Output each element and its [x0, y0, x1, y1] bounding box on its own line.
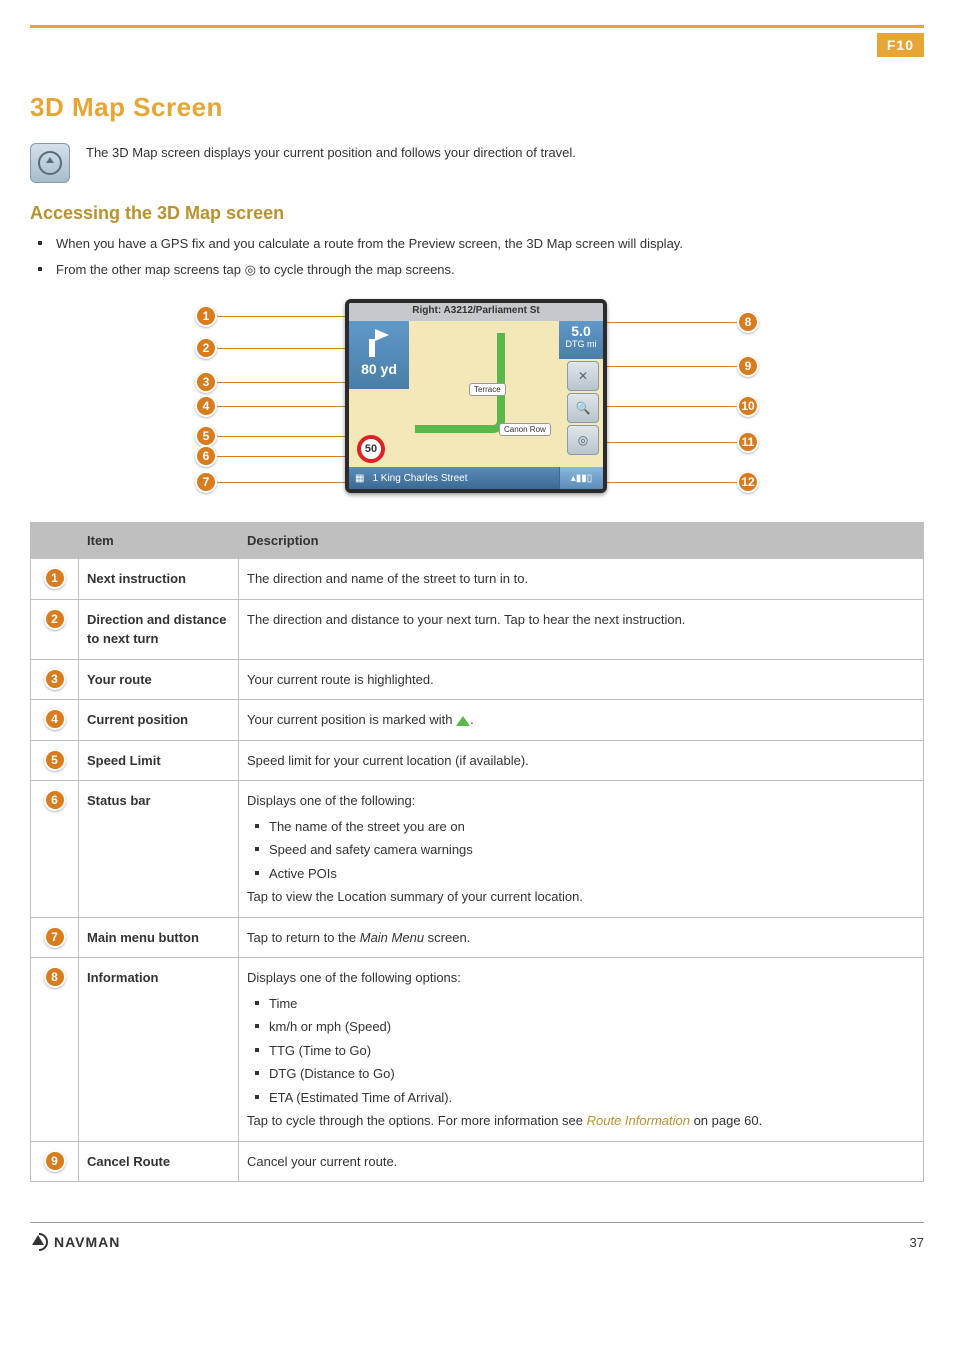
callout-2: 2	[195, 337, 217, 359]
cancel-route-button: ✕	[567, 361, 599, 391]
row-badge: 8	[44, 966, 66, 988]
row-desc: The direction and name of the street to …	[239, 559, 924, 600]
callout-6: 6	[195, 445, 217, 467]
intro-row: The 3D Map screen displays your current …	[30, 143, 924, 183]
turn-arrow-icon	[365, 329, 393, 357]
callout-7: 7	[195, 471, 217, 493]
callout-3: 3	[195, 371, 217, 393]
callout-4: 4	[195, 395, 217, 417]
next-instruction-bar: Right: A3212/Parliament St	[349, 303, 603, 321]
row-desc: Tap to return to the Main Menu screen.	[239, 917, 924, 958]
callout-10: 10	[737, 395, 759, 417]
turn-distance: 80 yd	[349, 361, 409, 377]
callout-5: 5	[195, 425, 217, 447]
row-badge: 5	[44, 749, 66, 771]
table-row: 2 Direction and distance to next turn Th…	[31, 599, 924, 659]
page-number: 37	[910, 1235, 924, 1250]
row-desc: Cancel your current route.	[239, 1141, 924, 1182]
table-row: 3 Your route Your current route is highl…	[31, 659, 924, 700]
map-screen-icon	[30, 143, 70, 183]
row-item: Next instruction	[79, 559, 239, 600]
row-item: Direction and distance to next turn	[79, 599, 239, 659]
callout-9: 9	[737, 355, 759, 377]
row-badge: 4	[44, 708, 66, 730]
row-item: Current position	[79, 700, 239, 741]
row-badge: 1	[44, 567, 66, 589]
th-blank	[31, 523, 79, 559]
navman-logo: NAVMAN	[30, 1233, 120, 1251]
row-badge: 7	[44, 926, 66, 948]
table-row: 8 Information Displays one of the follow…	[31, 958, 924, 1142]
table-row: 7 Main menu button Tap to return to the …	[31, 917, 924, 958]
callout-8: 8	[737, 311, 759, 333]
screenshot-figure: 1 2 3 4 5 6 7 8 9 10 11 12 Right: A3212/…	[30, 299, 924, 502]
gps-indicator: ▴▮▮▯	[559, 467, 603, 489]
menu-icon: ▦	[355, 473, 364, 484]
street-label: Canon Row	[499, 423, 551, 436]
row-badge: 6	[44, 789, 66, 811]
callout-11: 11	[737, 431, 759, 453]
table-row: 6 Status bar Displays one of the followi…	[31, 781, 924, 918]
row-desc: The direction and distance to your next …	[239, 599, 924, 659]
logo-icon	[30, 1233, 48, 1251]
footer: NAVMAN 37	[30, 1223, 924, 1276]
page-title: 3D Map Screen	[30, 92, 924, 123]
row-desc: Your current route is highlighted.	[239, 659, 924, 700]
intro-text: The 3D Map screen displays your current …	[86, 143, 924, 163]
xref-link: Route Information	[587, 1113, 690, 1128]
spec-table: Item Description 1 Next instruction The …	[30, 522, 924, 1182]
row-desc: Displays one of the following options: T…	[239, 958, 924, 1142]
access-item: From the other map screens tap ◎ to cycl…	[30, 260, 924, 280]
row-item: Main menu button	[79, 917, 239, 958]
callout-1: 1	[195, 305, 217, 327]
street-label: Terrace	[469, 383, 506, 396]
position-marker-icon	[456, 716, 470, 726]
row-item: Information	[79, 958, 239, 1142]
info-panel: 5.0 DTG mi	[559, 321, 603, 359]
row-badge: 3	[44, 668, 66, 690]
cycle-map-button: ◎	[567, 425, 599, 455]
row-item: Speed Limit	[79, 740, 239, 781]
row-item: Cancel Route	[79, 1141, 239, 1182]
turn-panel: 80 yd	[349, 321, 409, 389]
row-desc: Speed limit for your current location (i…	[239, 740, 924, 781]
row-desc: Displays one of the following: The name …	[239, 781, 924, 918]
th-desc: Description	[239, 523, 924, 559]
current-street: 1 King Charles Street	[372, 473, 467, 484]
access-heading: Accessing the 3D Map screen	[30, 203, 924, 224]
th-item: Item	[79, 523, 239, 559]
table-row: 5 Speed Limit Speed limit for your curre…	[31, 740, 924, 781]
access-list: When you have a GPS fix and you calculat…	[30, 234, 924, 279]
table-row: 1 Next instruction The direction and nam…	[31, 559, 924, 600]
callout-12: 12	[737, 471, 759, 493]
row-badge: 2	[44, 608, 66, 630]
row-item: Status bar	[79, 781, 239, 918]
device-mockup: Right: A3212/Parliament St 80 yd 5.0 DTG…	[345, 299, 607, 493]
row-item: Your route	[79, 659, 239, 700]
product-badge: F10	[877, 33, 924, 57]
table-row: 4 Current position Your current position…	[31, 700, 924, 741]
top-rule	[30, 25, 924, 28]
zoom-button: 🔍	[567, 393, 599, 423]
side-buttons: ✕ 🔍 ◎	[567, 361, 599, 455]
speed-limit-sign: 50	[357, 435, 385, 463]
row-desc: Your current position is marked with .	[239, 700, 924, 741]
row-badge: 9	[44, 1150, 66, 1172]
access-item: When you have a GPS fix and you calculat…	[30, 234, 924, 254]
table-row: 9 Cancel Route Cancel your current route…	[31, 1141, 924, 1182]
